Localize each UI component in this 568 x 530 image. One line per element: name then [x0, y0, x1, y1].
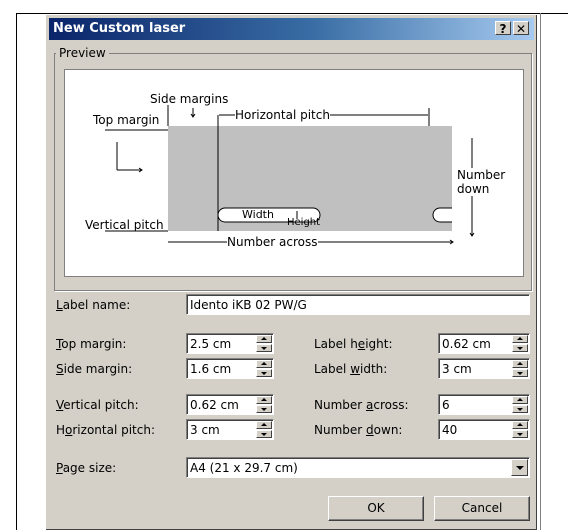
custom-label-dialog: New Custom laser ? ✕ Preview Side margin…	[45, 14, 537, 530]
vertical-pitch-spinbox[interactable]: 0.62 cm	[186, 394, 274, 415]
horizontal-pitch-label: Horizontal pitch:	[56, 423, 155, 437]
chevron-down-icon	[516, 466, 524, 470]
help-button[interactable]: ?	[495, 21, 511, 36]
number-across-caption: Number across	[227, 235, 318, 249]
horizontal-pitch-spinner[interactable]	[256, 421, 272, 438]
label-name-input[interactable]: Idento iKB 02 PW/G	[186, 294, 530, 315]
backdrop-border-right	[540, 13, 541, 530]
number-down-spinner[interactable]	[512, 421, 528, 438]
page-size-dropdown-button[interactable]	[511, 459, 528, 476]
top-margin-spinbox[interactable]: 2.5 cm	[186, 333, 274, 354]
top-margin-label: Top margin:	[56, 337, 127, 351]
top-margin-caption: Top margin	[93, 113, 160, 127]
number-down-spinbox[interactable]: 40	[438, 419, 530, 440]
dialog-title: New Custom laser	[53, 21, 186, 36]
number-down-label: Number down:	[314, 423, 403, 437]
horizontal-pitch-caption: Horizontal pitch	[235, 108, 330, 122]
number-down-caption: Number down	[457, 168, 513, 196]
number-across-spinbox[interactable]: 6	[438, 394, 530, 415]
label-width-spinbox[interactable]: 3 cm	[438, 358, 530, 379]
horizontal-pitch-spinbox[interactable]: 3 cm	[186, 419, 274, 440]
label-width-label: Label width:	[314, 362, 388, 376]
vertical-pitch-caption: Vertical pitch	[85, 218, 164, 232]
page-size-select[interactable]: A4 (21 x 29.7 cm)	[186, 457, 530, 478]
label-height-spinbox[interactable]: 0.62 cm	[438, 333, 530, 354]
label-height-label: Label height:	[314, 337, 393, 351]
label-name-label: Label name:	[56, 298, 131, 312]
number-across-label: Number across:	[314, 398, 409, 412]
vertical-pitch-label: Vertical pitch:	[56, 398, 139, 412]
close-button[interactable]: ✕	[513, 21, 529, 36]
page-size-label: Page size:	[56, 461, 117, 475]
right-label-shape	[432, 207, 452, 223]
label-preview: Side margins Top margin Horizontal pitch…	[64, 69, 524, 277]
side-margin-spinner[interactable]	[256, 360, 272, 377]
label-name-value: Idento iKB 02 PW/G	[190, 298, 307, 312]
top-margin-spinner[interactable]	[256, 335, 272, 352]
number-across-spinner[interactable]	[512, 396, 528, 413]
side-margins-caption: Side margins	[150, 92, 229, 106]
vertical-pitch-spinner[interactable]	[256, 396, 272, 413]
preview-group-label: Preview	[56, 46, 109, 60]
height-caption: Height	[287, 217, 321, 228]
ok-button[interactable]: OK	[328, 496, 424, 521]
label-width-spinner[interactable]	[512, 360, 528, 377]
title-bar[interactable]: New Custom laser ? ✕	[49, 18, 534, 40]
side-margin-label: Side margin:	[56, 362, 133, 376]
side-margin-spinbox[interactable]: 1.6 cm	[186, 358, 274, 379]
width-caption: Width	[242, 208, 274, 221]
label-height-spinner[interactable]	[512, 335, 528, 352]
cancel-button[interactable]: Cancel	[434, 496, 530, 521]
backdrop-border-left	[16, 13, 17, 530]
